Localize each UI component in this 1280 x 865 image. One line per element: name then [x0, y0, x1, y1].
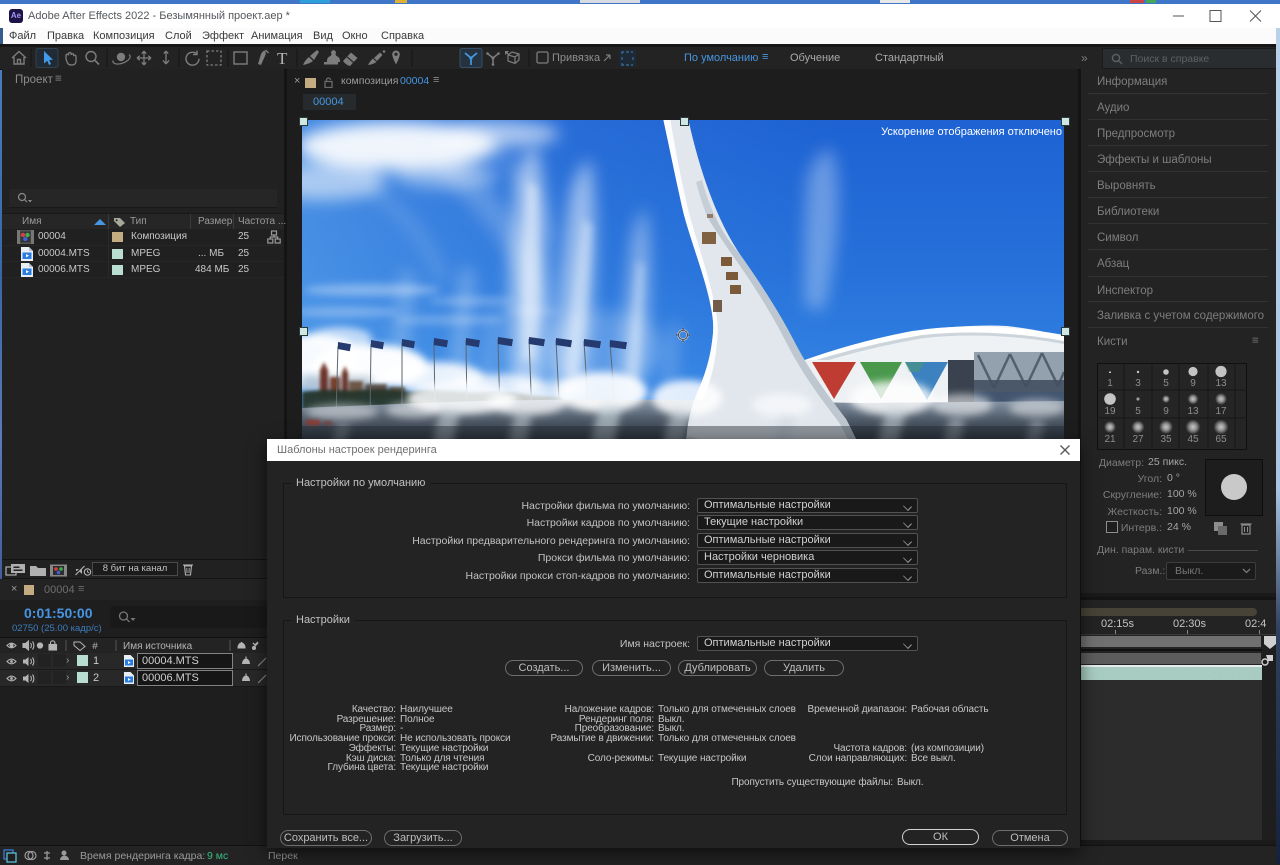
svg-text:9: 9	[1163, 406, 1169, 417]
svg-text:Ускорение отображения отключен: Ускорение отображения отключено	[881, 126, 1062, 138]
svg-text:13: 13	[1187, 406, 1199, 417]
svg-text:T: T	[277, 49, 288, 68]
svg-text:3: 3	[1135, 378, 1141, 389]
svg-text:21: 21	[1104, 434, 1116, 445]
svg-text:#: #	[92, 642, 98, 651]
svg-text:45: 45	[1187, 434, 1199, 445]
svg-text:17: 17	[1215, 406, 1227, 417]
svg-text:Имя источника: Имя источника	[123, 641, 193, 651]
svg-text:35: 35	[1160, 434, 1172, 445]
svg-text:27: 27	[1132, 434, 1144, 445]
svg-text:1: 1	[1107, 378, 1113, 389]
svg-text:9: 9	[1190, 378, 1196, 389]
svg-text:13: 13	[1215, 378, 1227, 389]
svg-text:65: 65	[1215, 434, 1227, 445]
svg-text:19: 19	[1104, 406, 1116, 417]
svg-text:5: 5	[1135, 406, 1141, 417]
svg-text:5: 5	[1163, 378, 1169, 389]
